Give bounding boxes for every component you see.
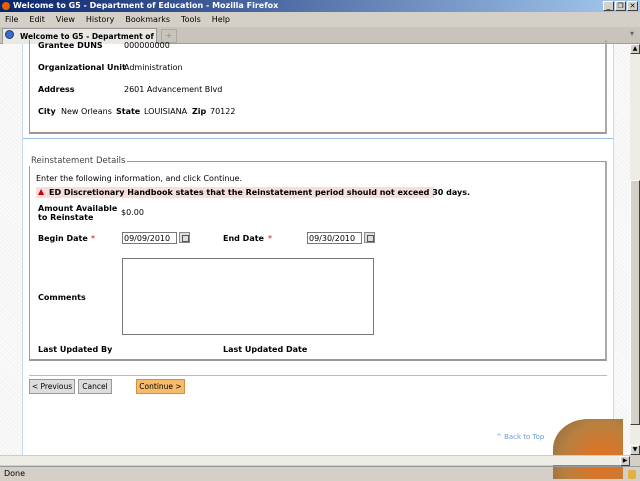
scroll-up-icon[interactable]: ▲ <box>630 44 640 54</box>
warning-text: ED Discretionary Handbook states that th… <box>49 188 471 197</box>
org-unit-value: Administration <box>124 63 183 72</box>
state-value: LOUISIANA <box>144 107 188 116</box>
scroll-thumb[interactable] <box>630 180 640 425</box>
last-updated-by-label: Last Updated By <box>38 345 113 354</box>
window-title-bar: Welcome to G5 - Department of Education … <box>0 0 640 12</box>
comments-label: Comments <box>38 293 86 302</box>
menu-bar: File Edit View History Bookmarks Tools Help <box>0 13 640 26</box>
calendar-icon[interactable] <box>179 232 190 243</box>
begin-date-label: Begin Date <box>38 234 88 243</box>
menu-help[interactable]: Help <box>212 15 230 24</box>
grantee-info-box: Grantee DUNS 000000000 Organizational Un… <box>29 40 607 134</box>
firefox-icon <box>2 2 10 10</box>
globe-icon <box>5 30 14 39</box>
status-bar: Done <box>0 466 640 480</box>
back-to-top-link[interactable]: ^ Back to Top <box>496 433 544 441</box>
horizontal-scrollbar[interactable]: ▶ <box>0 455 630 466</box>
org-unit-label: Organizational Unit <box>38 63 126 72</box>
address-value: 2601 Advancement Blvd <box>124 85 223 94</box>
menu-bookmarks[interactable]: Bookmarks <box>125 15 170 24</box>
zip-label: Zip <box>192 107 207 116</box>
duns-label: Grantee DUNS <box>38 41 103 50</box>
warning-banner: ▲ ED Discretionary Handbook states that … <box>36 187 470 198</box>
end-date-label: End Date <box>223 234 264 243</box>
warning-icon: ▲ <box>38 187 45 196</box>
amount-value: $0.00 <box>121 208 144 217</box>
previous-button[interactable]: < Previous <box>29 379 75 394</box>
page-viewport: Grantee DUNS 000000000 Organizational Un… <box>0 40 630 479</box>
page-content: Grantee DUNS 000000000 Organizational Un… <box>22 40 623 479</box>
city-value: New Orleans <box>61 107 112 116</box>
menu-view[interactable]: View <box>56 15 75 24</box>
fieldset-legend: Reinstatement Details <box>29 156 128 166</box>
required-marker: * <box>91 234 95 243</box>
lock-icon <box>628 470 636 479</box>
vertical-scrollbar[interactable]: ▲ ▼ <box>630 44 640 455</box>
window-title: Welcome to G5 - Department of Education … <box>13 1 279 10</box>
begin-date-input[interactable] <box>122 232 177 244</box>
city-label: City <box>38 107 56 116</box>
duns-value: 000000000 <box>124 41 170 50</box>
status-text: Done <box>4 469 26 478</box>
comments-textarea[interactable] <box>122 258 374 335</box>
scroll-right-icon[interactable]: ▶ <box>620 456 630 466</box>
cancel-button[interactable]: Cancel <box>78 379 112 394</box>
continue-button[interactable]: Continue > <box>136 379 185 394</box>
restore-button[interactable]: ❐ <box>615 1 626 11</box>
required-marker: * <box>268 234 272 243</box>
menu-history[interactable]: History <box>86 15 114 24</box>
amount-label: Amount Available to Reinstate <box>38 204 118 222</box>
last-updated-date-label: Last Updated Date <box>223 345 308 354</box>
menu-file[interactable]: File <box>5 15 18 24</box>
divider <box>29 375 607 376</box>
zip-value: 70122 <box>210 107 236 116</box>
menu-tools[interactable]: Tools <box>181 15 201 24</box>
scroll-down-icon[interactable]: ▼ <box>630 445 640 455</box>
tab-list-button[interactable]: ▾ <box>626 29 638 43</box>
address-label: Address <box>38 85 75 94</box>
calendar-icon[interactable] <box>364 232 375 243</box>
close-button[interactable]: ✕ <box>627 1 638 11</box>
divider <box>23 138 613 139</box>
reinstatement-fieldset: Reinstatement Details Enter the followin… <box>29 156 607 361</box>
minimize-button[interactable]: _ <box>603 1 614 11</box>
instructions-text: Enter the following information, and cli… <box>36 174 242 183</box>
end-date-input[interactable] <box>307 232 362 244</box>
state-label: State <box>116 107 141 116</box>
menu-edit[interactable]: Edit <box>29 15 45 24</box>
